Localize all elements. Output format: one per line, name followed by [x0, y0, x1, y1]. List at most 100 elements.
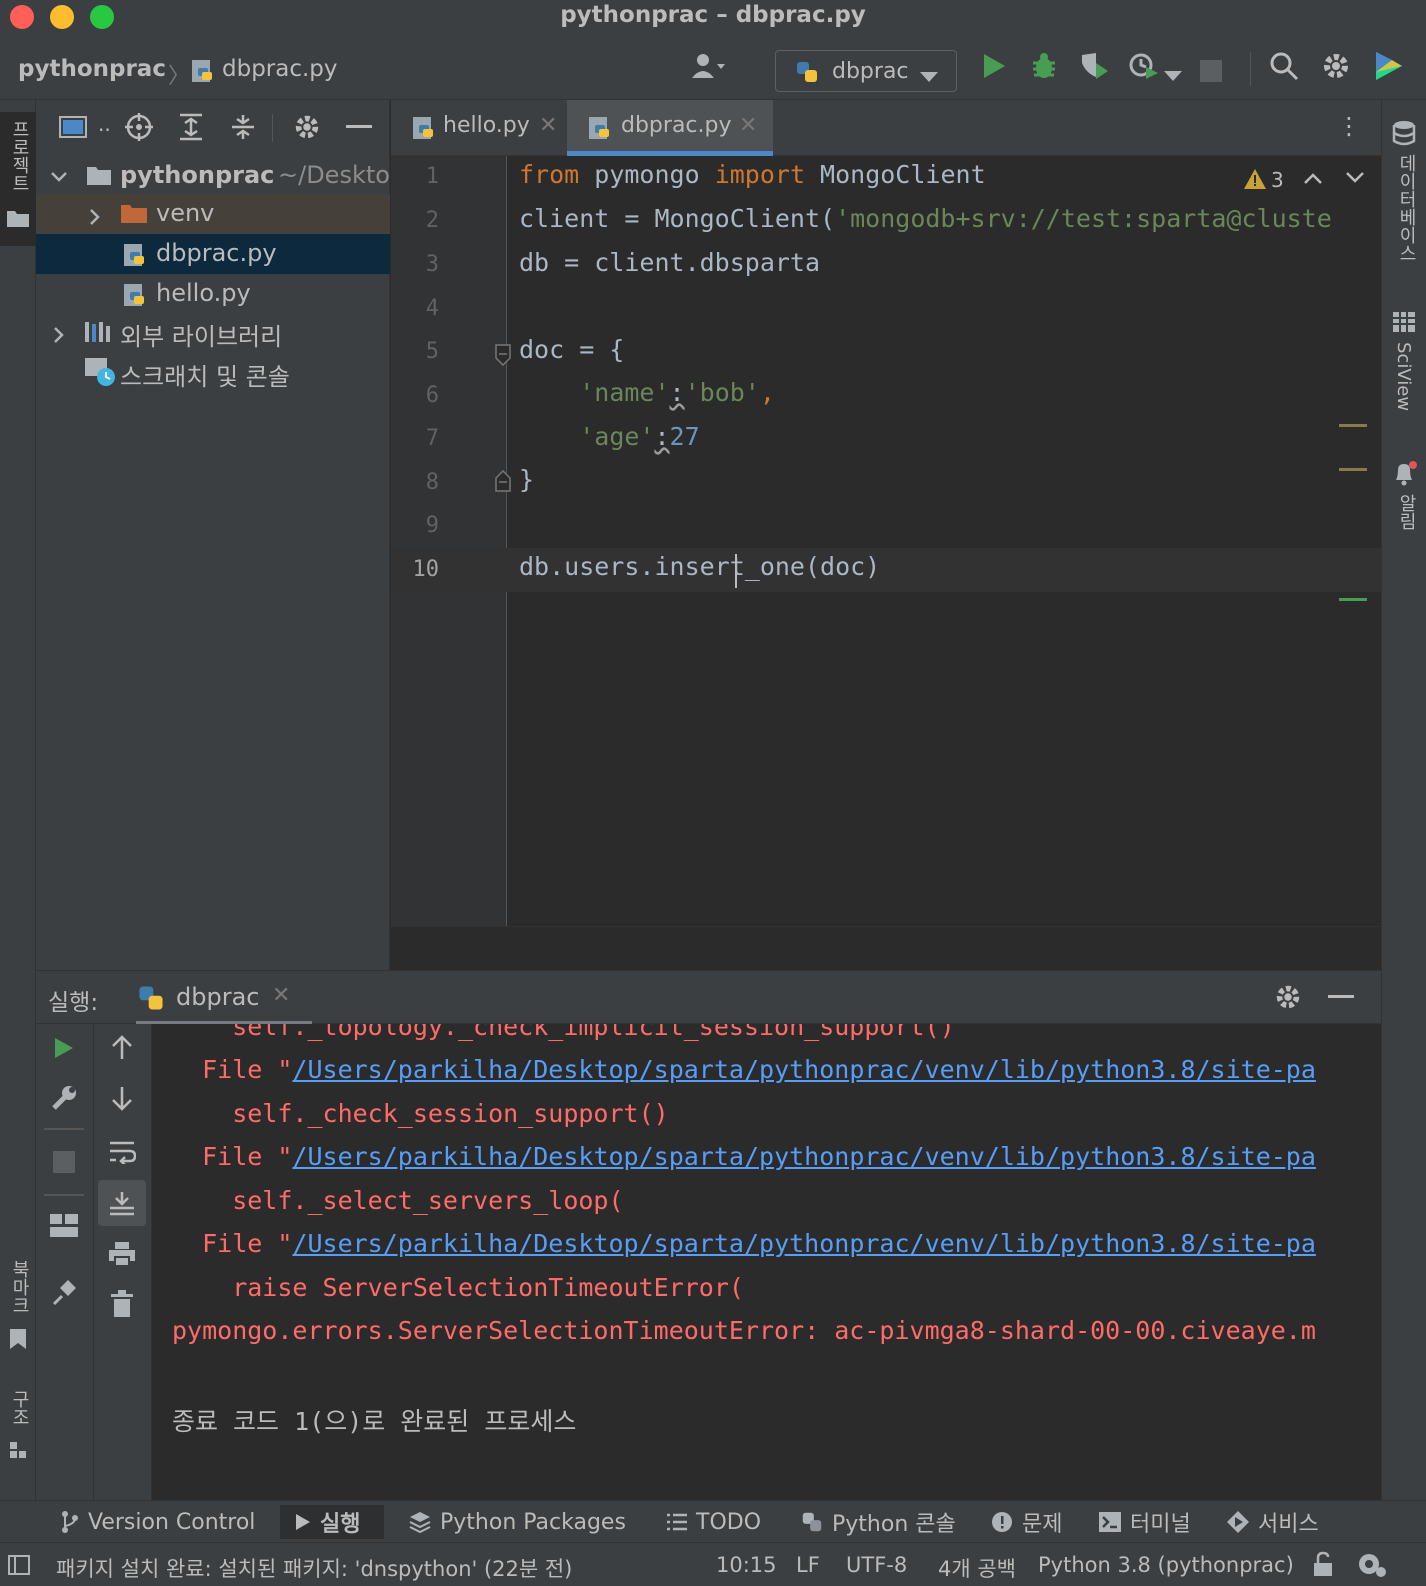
tab-problems[interactable]: 문제: [990, 1505, 1062, 1539]
more-dots-icon[interactable]: ..: [98, 112, 111, 136]
database-tool-button[interactable]: 데이터베이스: [1382, 118, 1426, 278]
stop-icon[interactable]: [44, 1142, 84, 1182]
console-exit-line: 종료 코드 1(으)로 완료된 프로세스: [172, 1407, 577, 1436]
soft-wrap-icon[interactable]: [102, 1132, 142, 1172]
fold-end-icon[interactable]: [495, 469, 511, 496]
coverage-icon[interactable]: [1076, 48, 1112, 84]
expand-all-icon[interactable]: [176, 112, 206, 142]
line-separator[interactable]: LF: [796, 1553, 820, 1577]
bottom-tab-label: Version Control: [88, 1509, 256, 1535]
run-config-selector[interactable]: dbprac: [775, 50, 957, 92]
string-literal: 'name': [579, 378, 670, 407]
file-link[interactable]: /Users/parkilha/Desktop/sparta/pythonpra…: [292, 1055, 1316, 1084]
tab-run[interactable]: 실행: [280, 1505, 384, 1539]
chevron-right-icon[interactable]: [86, 204, 104, 232]
toggle-tool-windows-icon[interactable]: [8, 1555, 30, 1579]
scroll-to-end-icon[interactable]: [98, 1180, 146, 1226]
code-line-5: doc = {: [519, 335, 625, 364]
tree-row-hello[interactable]: hello.py: [36, 274, 390, 314]
structure-tool-button[interactable]: 구조: [0, 1390, 36, 1470]
close-tab-icon[interactable]: ✕: [272, 983, 290, 1008]
tab-python-console[interactable]: Python 콘솔: [800, 1505, 956, 1539]
python-interpreter[interactable]: Python 3.8 (pythonprac): [1038, 1553, 1294, 1577]
indent-setting[interactable]: 4개 공백: [938, 1553, 1016, 1583]
more-run-options-chevron-icon[interactable]: [1164, 66, 1182, 85]
project-tool-label: 프로젝트: [9, 120, 30, 192]
tree-row-scratches[interactable]: 스크래치 및 콘솔: [36, 352, 390, 392]
gear-icon[interactable]: [1318, 48, 1354, 84]
notifications-tool-button[interactable]: 알림: [1382, 458, 1426, 538]
tree-row-venv[interactable]: venv: [36, 194, 390, 234]
code-line-8: }: [519, 465, 535, 494]
file-link[interactable]: /Users/parkilha/Desktop/sparta/pythonpra…: [292, 1142, 1316, 1171]
warning-stripe-marker[interactable]: [1339, 424, 1367, 427]
fold-icon[interactable]: [495, 344, 511, 370]
caret-position[interactable]: 10:15: [716, 1553, 777, 1577]
panel-settings-gear-icon[interactable]: [292, 112, 322, 142]
tool-separator: [44, 1128, 84, 1130]
debug-icon[interactable]: [1026, 48, 1062, 84]
bottom-tab-label: 터미널: [1130, 1512, 1191, 1537]
hide-panel-icon[interactable]: [1328, 995, 1354, 998]
trash-icon[interactable]: [102, 1284, 142, 1324]
tree-row-dbprac[interactable]: dbprac.py: [36, 234, 390, 274]
profile-icon[interactable]: [1126, 48, 1162, 84]
jetbrains-logo-icon[interactable]: [1370, 48, 1406, 84]
unlock-icon[interactable]: [1312, 1551, 1336, 1581]
sciview-tool-button[interactable]: SciView: [1382, 310, 1426, 430]
pin-icon[interactable]: [44, 1272, 84, 1312]
rerun-icon[interactable]: [44, 1028, 84, 1068]
tab-version-control[interactable]: Version Control: [60, 1505, 255, 1539]
folder-icon: [6, 208, 30, 232]
tree-row-external-libraries[interactable]: 외부 라이브러리: [36, 312, 390, 352]
wrench-icon[interactable]: [44, 1078, 84, 1118]
chevron-down-icon[interactable]: [50, 164, 68, 192]
file-link[interactable]: /Users/parkilha/Desktop/sparta/pythonpra…: [292, 1229, 1316, 1258]
collapse-all-icon[interactable]: [228, 112, 258, 142]
user-icon[interactable]: [690, 48, 726, 84]
breadcrumb-project[interactable]: pythonprac: [18, 56, 166, 82]
print-icon[interactable]: [102, 1234, 142, 1274]
database-icon: [1392, 120, 1416, 150]
tab-dbprac-py[interactable]: dbprac.py ✕: [567, 100, 773, 156]
tab-python-packages[interactable]: Python Packages: [408, 1505, 626, 1539]
more-tabs-icon[interactable]: ⋮: [1337, 112, 1361, 140]
run-settings-gear-icon[interactable]: [1274, 983, 1302, 1015]
stop-icon[interactable]: [1200, 60, 1222, 82]
select-opened-file-icon[interactable]: [58, 112, 88, 142]
inspection-settings-icon[interactable]: [1356, 1551, 1388, 1583]
tab-terminal[interactable]: 터미널: [1098, 1505, 1191, 1539]
next-problem-icon[interactable]: [1345, 170, 1365, 189]
tab-hello-py[interactable]: hello.py ✕: [407, 100, 567, 156]
chevron-right-icon[interactable]: [50, 322, 68, 350]
arrow-up-icon[interactable]: [102, 1028, 142, 1068]
run-console[interactable]: self._topology._check_implicit_session_s…: [152, 1024, 1381, 1500]
status-message[interactable]: 패키지 설치 완료: 설치된 패키지: 'dnspython' (22분 전): [56, 1553, 572, 1583]
line-number: 9: [425, 513, 439, 538]
warning-icon[interactable]: [1243, 168, 1267, 194]
breadcrumb-file[interactable]: dbprac.py: [222, 56, 338, 82]
close-tab-icon[interactable]: ✕: [739, 113, 757, 138]
layout-icon[interactable]: [44, 1206, 84, 1246]
code-editor[interactable]: 1 2 3 4 5 6 7 8 9 10 from pymongo import…: [391, 156, 1381, 926]
folder-icon: [86, 164, 112, 192]
line-number: 2: [425, 208, 439, 233]
warning-stripe-marker[interactable]: [1339, 468, 1367, 471]
run-icon[interactable]: [976, 48, 1012, 84]
file-encoding[interactable]: UTF-8: [846, 1553, 907, 1577]
run-tab-dbprac[interactable]: dbprac ✕: [136, 971, 312, 1025]
project-tool-button[interactable]: 프로젝트: [0, 112, 36, 246]
tree-row-root[interactable]: pythonprac ~/Deskto: [36, 156, 390, 196]
tab-services[interactable]: 서비스: [1226, 1505, 1319, 1539]
line-number: 6: [425, 383, 439, 408]
locate-icon[interactable]: [124, 112, 154, 142]
bookmarks-tool-button[interactable]: 북마크: [0, 1260, 36, 1360]
previous-problem-icon[interactable]: [1303, 170, 1323, 189]
tab-todo[interactable]: TODO: [666, 1505, 761, 1539]
console-line: File "/Users/parkilha/Desktop/sparta/pyt…: [172, 1055, 1316, 1084]
search-icon[interactable]: [1266, 48, 1302, 84]
hide-panel-icon[interactable]: [344, 112, 374, 142]
change-stripe-marker[interactable]: [1339, 598, 1367, 601]
arrow-down-icon[interactable]: [102, 1078, 142, 1118]
close-tab-icon[interactable]: ✕: [539, 113, 557, 138]
